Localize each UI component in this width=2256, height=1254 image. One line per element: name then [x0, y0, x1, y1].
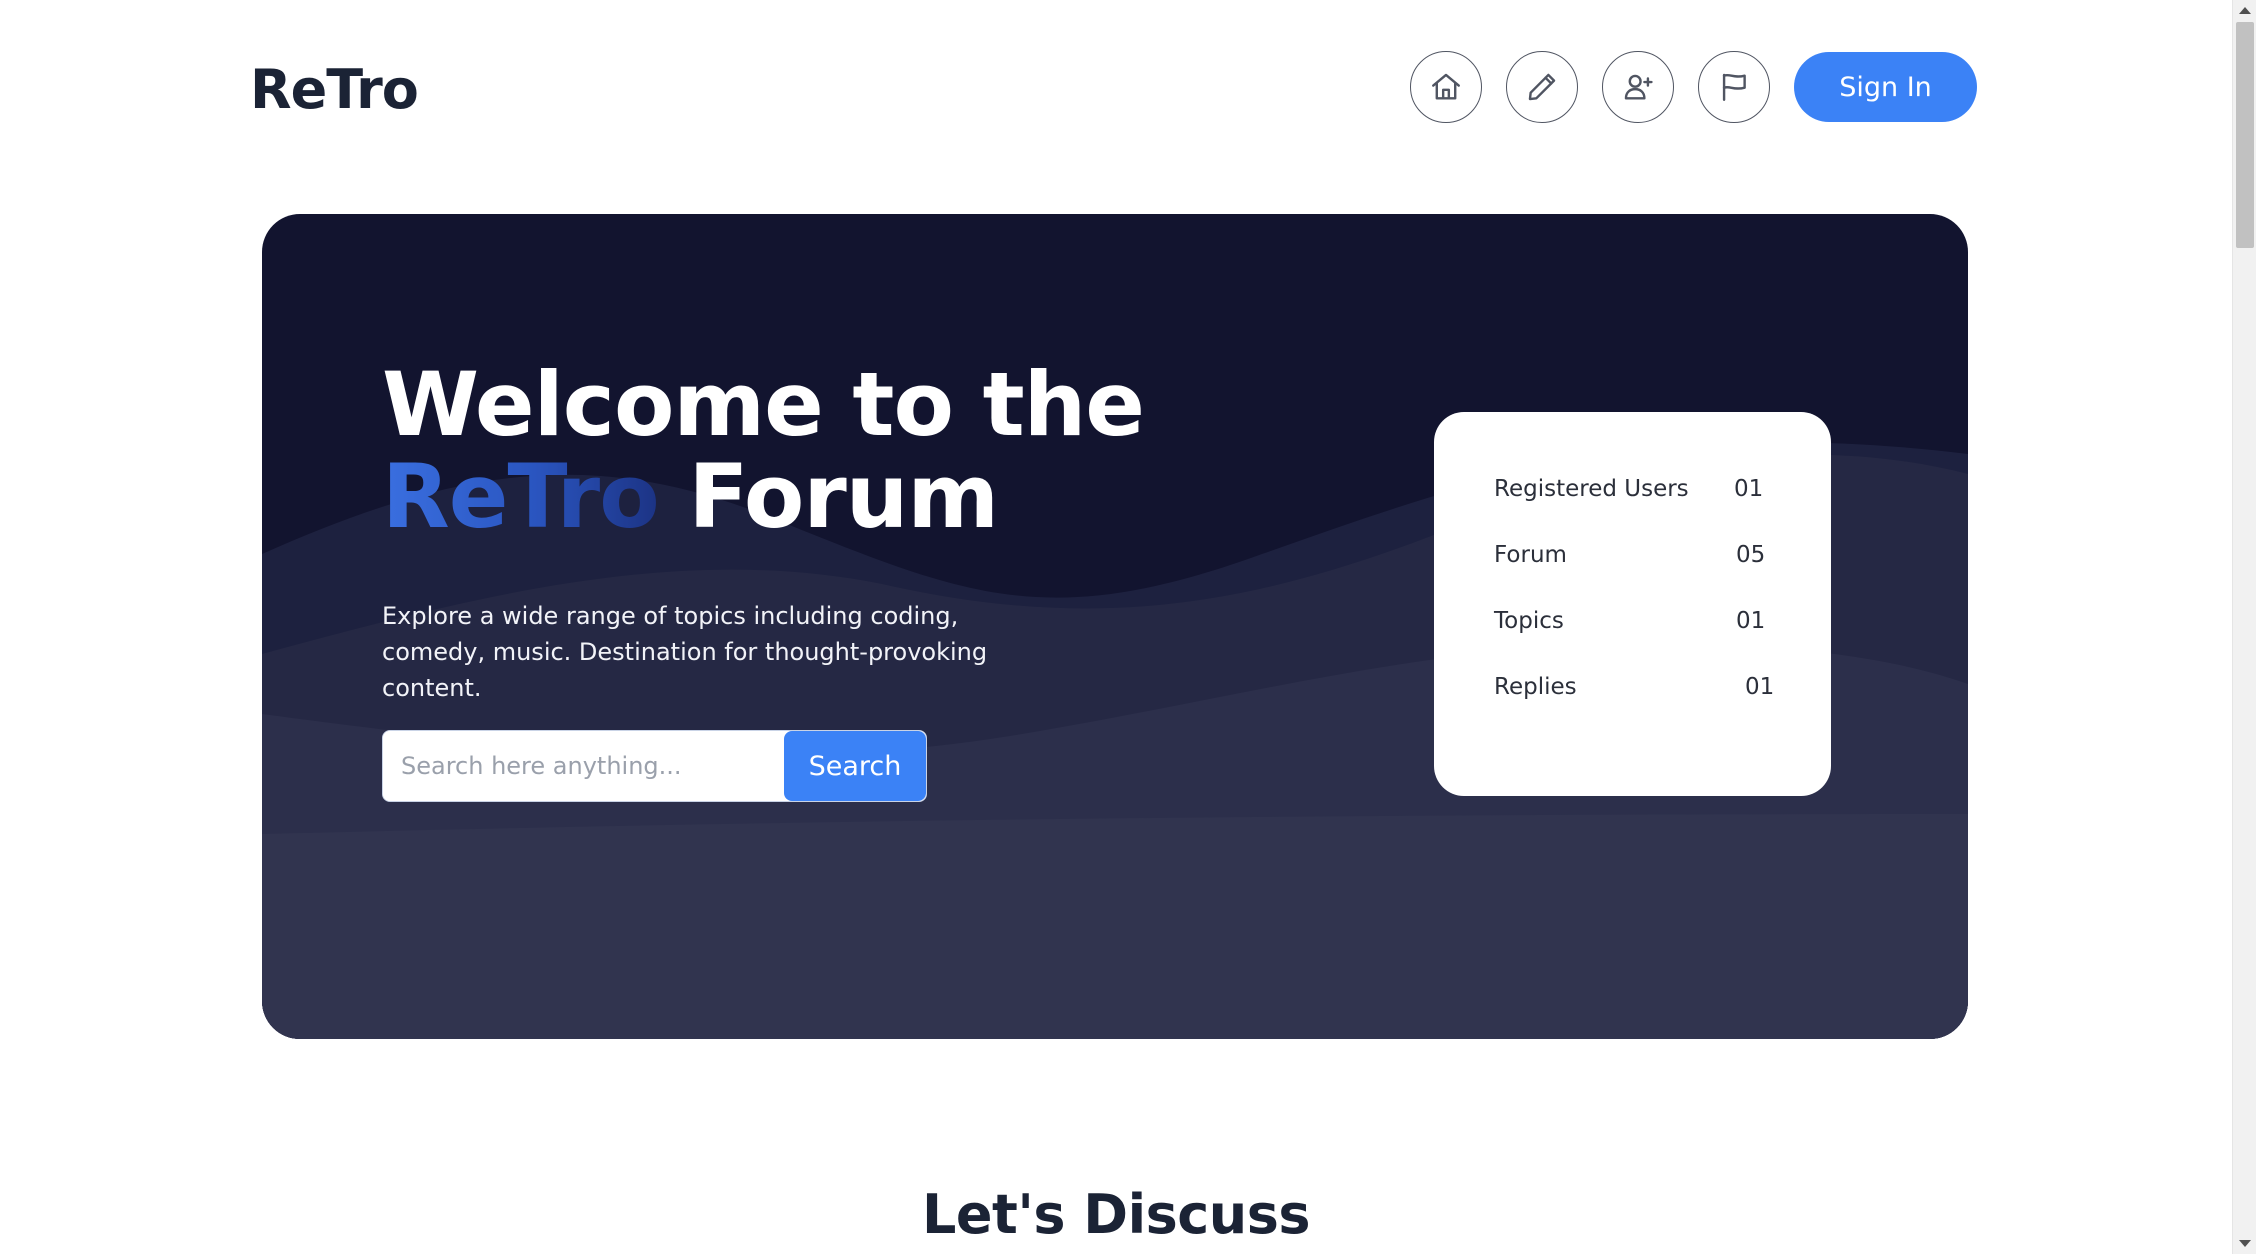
stat-label: Registered Users	[1494, 476, 1689, 502]
add-user-button[interactable]	[1602, 51, 1674, 123]
sign-in-button[interactable]: Sign In	[1794, 52, 1977, 122]
stat-value: 01	[1736, 608, 1766, 634]
user-plus-icon	[1624, 74, 1653, 100]
search-input[interactable]	[383, 731, 784, 801]
hero-title-brand: ReTro	[382, 445, 660, 548]
hero-title-rest: Forum	[688, 445, 999, 548]
hero-title-line1: Welcome to the	[382, 353, 1145, 456]
stat-value: 01	[1745, 674, 1775, 700]
stat-value: 01	[1734, 476, 1764, 502]
hero-banner: Welcome to the ReTro Forum Explore a wid…	[262, 214, 1968, 1039]
stat-row: Registered Users 01	[1434, 466, 1831, 532]
stat-value: 05	[1736, 542, 1766, 568]
section-title: Let's Discuss	[921, 1183, 1311, 1246]
search-bar: Search	[382, 730, 927, 802]
pencil-icon	[1528, 73, 1556, 101]
search-button[interactable]: Search	[784, 731, 926, 801]
edit-button[interactable]	[1506, 51, 1578, 123]
home-button[interactable]	[1410, 51, 1482, 123]
scrollbar-thumb[interactable]	[2236, 22, 2254, 248]
hero-title: Welcome to the ReTro Forum	[382, 353, 1145, 543]
top-nav: Sign In	[1410, 51, 1977, 123]
hero-description: Explore a wide range of topics including…	[382, 602, 988, 702]
flag-icon	[1722, 73, 1746, 101]
vertical-scrollbar[interactable]	[2232, 0, 2256, 1254]
stat-label: Replies	[1494, 674, 1577, 700]
stat-label: Topics	[1494, 608, 1564, 634]
site-logo[interactable]: ReTro	[250, 58, 419, 121]
scroll-down-arrow-icon[interactable]	[2239, 1240, 2251, 1247]
stat-row: Replies 01	[1434, 664, 1831, 730]
stat-row: Forum 05	[1434, 532, 1831, 598]
stats-card: Registered Users 01 Forum 05 Topics 01 R…	[1434, 412, 1831, 796]
hero-title-line2: ReTro Forum	[382, 451, 1144, 543]
scroll-up-arrow-icon[interactable]	[2239, 7, 2251, 14]
home-icon	[1432, 73, 1460, 100]
page: ReTro Sign In Welcome to the ReTro Forum…	[0, 0, 2256, 1254]
stat-row: Topics 01	[1434, 598, 1831, 664]
stat-label: Forum	[1494, 542, 1567, 568]
report-button[interactable]	[1698, 51, 1770, 123]
